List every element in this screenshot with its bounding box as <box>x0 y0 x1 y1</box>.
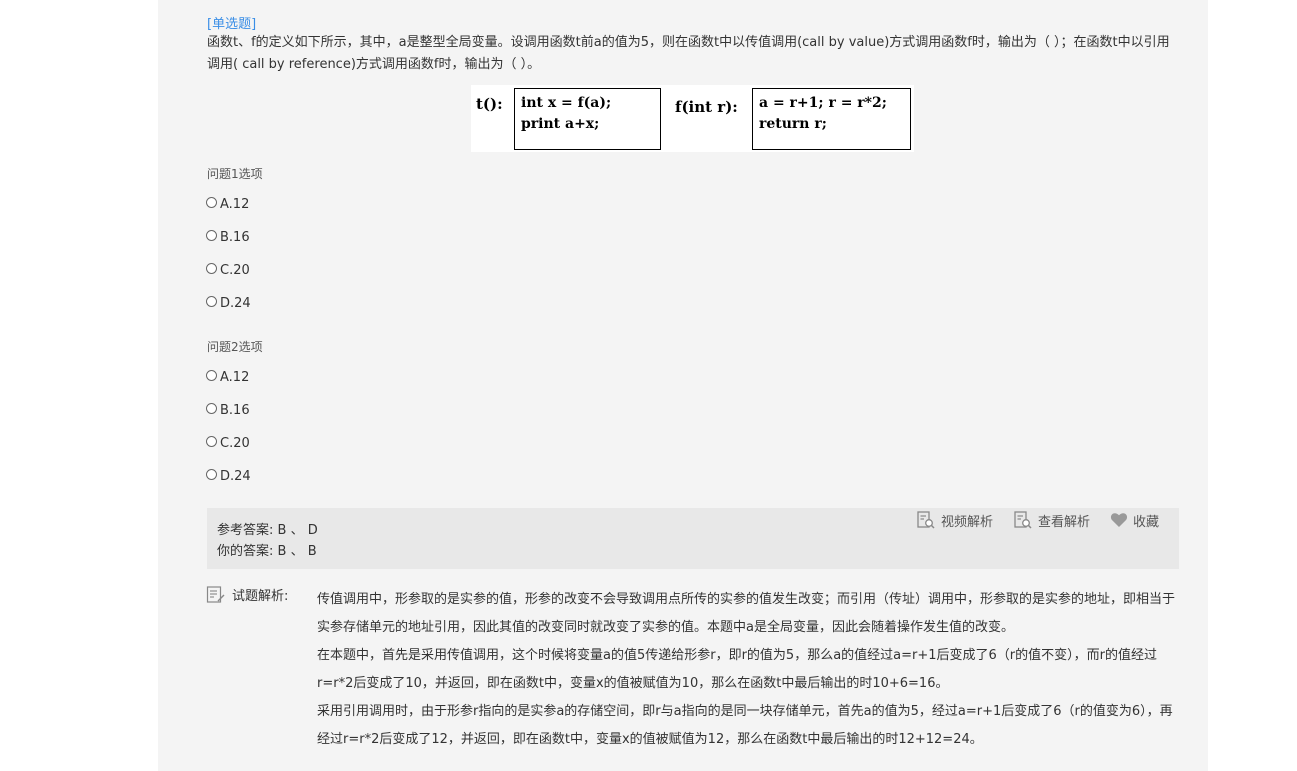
video-analysis-icon <box>917 511 935 529</box>
t-function-label: t(): <box>476 95 503 113</box>
video-analysis-button[interactable]: 视频解析 <box>916 510 993 530</box>
t-code-line-1: int x = f(a); <box>521 95 612 111</box>
t-function-body: int x = f(a); print a+x; <box>514 88 661 150</box>
question-stem: 函数t、f的定义如下所示，其中，a是整型全局变量。设调用函数t前a的值为5，则在… <box>207 35 1170 72</box>
radio-circle-icon[interactable] <box>206 469 217 480</box>
radio-circle-icon[interactable] <box>206 370 217 381</box>
analysis-paragraph-1: 传值调用中，形参取的是实参的值，形参的改变不会导致调用点所传的实参的值发生改变；… <box>317 592 1176 635</box>
f-code-line-1: a = r+1; r = r*2; <box>759 95 887 111</box>
q1-option-b[interactable]: B.16 <box>206 230 250 245</box>
radio-circle-icon[interactable] <box>206 436 217 447</box>
q1-option-a[interactable]: A.12 <box>206 197 249 212</box>
heart-icon <box>1110 513 1128 527</box>
your-answer: 你的答案: B 、 B <box>217 544 317 559</box>
q2-option-d[interactable]: D.24 <box>206 469 251 484</box>
radio-circle-icon[interactable] <box>206 403 217 414</box>
q2-options-label: 问题2选项 <box>207 340 263 354</box>
radio-circle-icon[interactable] <box>206 296 217 307</box>
radio-circle-icon[interactable] <box>206 263 217 274</box>
q2-option-c[interactable]: C.20 <box>206 436 250 451</box>
view-analysis-icon <box>1014 511 1032 529</box>
radio-circle-icon[interactable] <box>206 197 217 208</box>
analysis-body: 传值调用中，形参取的是实参的值，形参的改变不会导致调用点所传的实参的值发生改变；… <box>317 586 1179 754</box>
analysis-paragraph-3: 采用引用调用时，由于形参r指向的是实参a的存储空间，即r与a指向的是同一块存储单… <box>317 704 1173 747</box>
q2-option-a[interactable]: A.12 <box>206 370 249 385</box>
reference-answer: 参考答案: B 、 D <box>217 523 318 538</box>
radio-circle-icon[interactable] <box>206 230 217 241</box>
q1-option-c[interactable]: C.20 <box>206 263 250 278</box>
q1-option-d[interactable]: D.24 <box>206 296 251 311</box>
favorite-button[interactable]: 收藏 <box>1110 511 1159 530</box>
answer-box: 参考答案: B 、 D 你的答案: B 、 B 视频解析 查看解析 收藏 <box>207 508 1179 569</box>
f-code-line-2: return r; <box>759 116 827 132</box>
code-figure: t(): int x = f(a); print a+x; f(int r): a… <box>471 85 914 152</box>
q2-option-b[interactable]: B.16 <box>206 403 250 418</box>
t-code-line-2: print a+x; <box>521 116 600 132</box>
f-function-body: a = r+1; r = r*2; return r; <box>752 88 911 150</box>
q1-options-label: 问题1选项 <box>207 167 263 181</box>
analysis-note-icon <box>206 586 225 603</box>
analysis-heading: 试题解析: <box>206 585 288 604</box>
analysis-paragraph-2: 在本题中，首先是采用传值调用，这个时候将变量a的值5传递给形参r，即r的值为5，… <box>317 648 1157 691</box>
view-analysis-button[interactable]: 查看解析 <box>1013 510 1090 530</box>
f-function-label: f(int r): <box>675 98 738 116</box>
question-type-tag: [单选题] <box>207 17 257 32</box>
answer-tools: 视频解析 查看解析 收藏 <box>896 510 1159 530</box>
